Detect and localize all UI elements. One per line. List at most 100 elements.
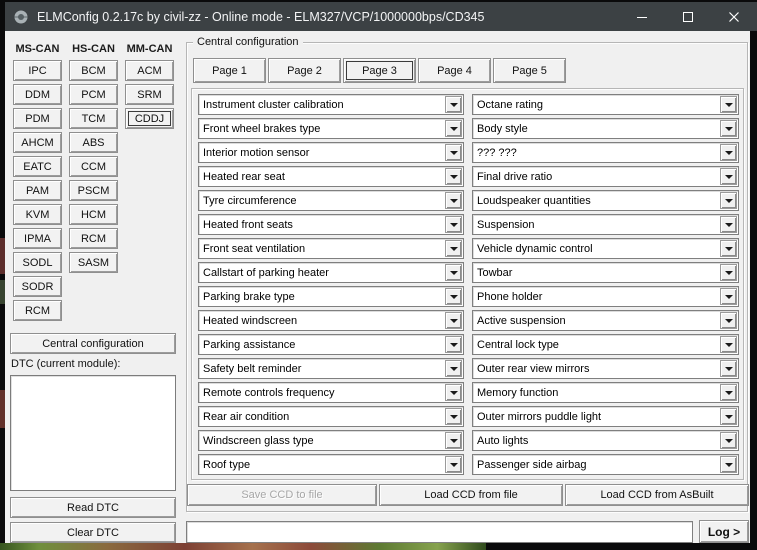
config-combobox[interactable]: Active suspension: [472, 310, 739, 331]
save-ccd-button[interactable]: Save CCD to file: [187, 484, 377, 506]
chevron-down-icon[interactable]: [720, 264, 737, 281]
load-ccd-from-asbuilt-button[interactable]: Load CCD from AsBuilt: [565, 484, 749, 506]
config-combobox[interactable]: Octane rating: [472, 94, 739, 115]
module-button[interactable]: PCM: [69, 84, 118, 105]
close-button[interactable]: [711, 2, 757, 31]
module-button[interactable]: EATC: [13, 156, 62, 177]
config-combobox[interactable]: Final drive ratio: [472, 166, 739, 187]
config-combobox[interactable]: Outer mirrors puddle light: [472, 406, 739, 427]
config-combobox[interactable]: Interior motion sensor: [198, 142, 464, 163]
module-button[interactable]: HCM: [69, 204, 118, 225]
config-combobox[interactable]: Body style: [472, 118, 739, 139]
config-combobox[interactable]: Remote controls frequency: [198, 382, 464, 403]
chevron-down-icon[interactable]: [445, 168, 462, 185]
config-combobox[interactable]: Vehicle dynamic control: [472, 238, 739, 259]
chevron-down-icon[interactable]: [720, 168, 737, 185]
config-combobox[interactable]: Towbar: [472, 262, 739, 283]
config-combobox[interactable]: Phone holder: [472, 286, 739, 307]
config-combobox[interactable]: Heated front seats: [198, 214, 464, 235]
module-button[interactable]: ABS: [69, 132, 118, 153]
config-combobox[interactable]: Front wheel brakes type: [198, 118, 464, 139]
clear-dtc-button[interactable]: Clear DTC: [10, 522, 176, 543]
module-button[interactable]: IPMA: [13, 228, 62, 249]
module-button[interactable]: RCM: [13, 300, 62, 321]
config-combobox[interactable]: Heated windscreen: [198, 310, 464, 331]
config-combobox[interactable]: Suspension: [472, 214, 739, 235]
chevron-down-icon[interactable]: [720, 144, 737, 161]
module-button[interactable]: CDDJ: [125, 108, 174, 129]
config-combobox[interactable]: Memory function: [472, 382, 739, 403]
config-combobox[interactable]: Instrument cluster calibration: [198, 94, 464, 115]
maximize-button[interactable]: [665, 2, 711, 31]
chevron-down-icon[interactable]: [445, 264, 462, 281]
config-combobox[interactable]: Windscreen glass type: [198, 430, 464, 451]
command-input[interactable]: [186, 521, 693, 543]
chevron-down-icon[interactable]: [720, 432, 737, 449]
chevron-down-icon[interactable]: [720, 216, 737, 233]
chevron-down-icon[interactable]: [720, 192, 737, 209]
chevron-down-icon[interactable]: [445, 432, 462, 449]
chevron-down-icon[interactable]: [720, 120, 737, 137]
chevron-down-icon[interactable]: [720, 240, 737, 257]
module-button[interactable]: AHCM: [13, 132, 62, 153]
config-combobox[interactable]: Parking brake type: [198, 286, 464, 307]
page-tab-button[interactable]: Page 1: [193, 58, 266, 83]
chevron-down-icon[interactable]: [445, 456, 462, 473]
page-tab-button[interactable]: Page 5: [493, 58, 566, 83]
module-button[interactable]: ACM: [125, 60, 174, 81]
module-button[interactable]: SASM: [69, 252, 118, 273]
chevron-down-icon[interactable]: [720, 96, 737, 113]
chevron-down-icon[interactable]: [720, 456, 737, 473]
chevron-down-icon[interactable]: [720, 312, 737, 329]
module-button[interactable]: PAM: [13, 180, 62, 201]
module-button[interactable]: SODR: [13, 276, 62, 297]
module-button[interactable]: IPC: [13, 60, 62, 81]
module-button[interactable]: CCM: [69, 156, 118, 177]
module-button[interactable]: KVM: [13, 204, 62, 225]
page-tab-button[interactable]: Page 3: [343, 58, 416, 83]
config-combobox[interactable]: Callstart of parking heater: [198, 262, 464, 283]
config-combobox[interactable]: Auto lights: [472, 430, 739, 451]
chevron-down-icon[interactable]: [445, 144, 462, 161]
chevron-down-icon[interactable]: [720, 288, 737, 305]
module-button[interactable]: DDM: [13, 84, 62, 105]
log-button[interactable]: Log >: [699, 520, 749, 543]
module-button[interactable]: BCM: [69, 60, 118, 81]
module-button[interactable]: TCM: [69, 108, 118, 129]
module-button[interactable]: SODL: [13, 252, 62, 273]
chevron-down-icon[interactable]: [445, 312, 462, 329]
config-combobox[interactable]: Roof type: [198, 454, 464, 475]
module-button[interactable]: PSCM: [69, 180, 118, 201]
config-combobox[interactable]: Safety belt reminder: [198, 358, 464, 379]
module-button[interactable]: PDM: [13, 108, 62, 129]
config-combobox[interactable]: Front seat ventilation: [198, 238, 464, 259]
config-combobox[interactable]: ??? ???: [472, 142, 739, 163]
chevron-down-icon[interactable]: [445, 288, 462, 305]
chevron-down-icon[interactable]: [445, 96, 462, 113]
minimize-button[interactable]: [619, 2, 665, 31]
chevron-down-icon[interactable]: [445, 192, 462, 209]
page-tab-button[interactable]: Page 4: [418, 58, 491, 83]
chevron-down-icon[interactable]: [720, 384, 737, 401]
chevron-down-icon[interactable]: [720, 360, 737, 377]
load-ccd-from-file-button[interactable]: Load CCD from file: [379, 484, 563, 506]
central-configuration-button[interactable]: Central configuration: [10, 333, 176, 354]
chevron-down-icon[interactable]: [720, 336, 737, 353]
config-combobox[interactable]: Passenger side airbag: [472, 454, 739, 475]
config-combobox[interactable]: Central lock type: [472, 334, 739, 355]
module-button[interactable]: RCM: [69, 228, 118, 249]
config-combobox[interactable]: Outer rear view mirrors: [472, 358, 739, 379]
module-button[interactable]: SRM: [125, 84, 174, 105]
config-combobox[interactable]: Heated rear seat: [198, 166, 464, 187]
chevron-down-icon[interactable]: [445, 360, 462, 377]
chevron-down-icon[interactable]: [720, 408, 737, 425]
config-combobox[interactable]: Rear air condition: [198, 406, 464, 427]
config-combobox[interactable]: Tyre circumference: [198, 190, 464, 211]
read-dtc-button[interactable]: Read DTC: [10, 497, 176, 518]
dtc-listbox[interactable]: [10, 375, 176, 491]
config-combobox[interactable]: Loudspeaker quantities: [472, 190, 739, 211]
chevron-down-icon[interactable]: [445, 384, 462, 401]
chevron-down-icon[interactable]: [445, 336, 462, 353]
chevron-down-icon[interactable]: [445, 120, 462, 137]
chevron-down-icon[interactable]: [445, 240, 462, 257]
